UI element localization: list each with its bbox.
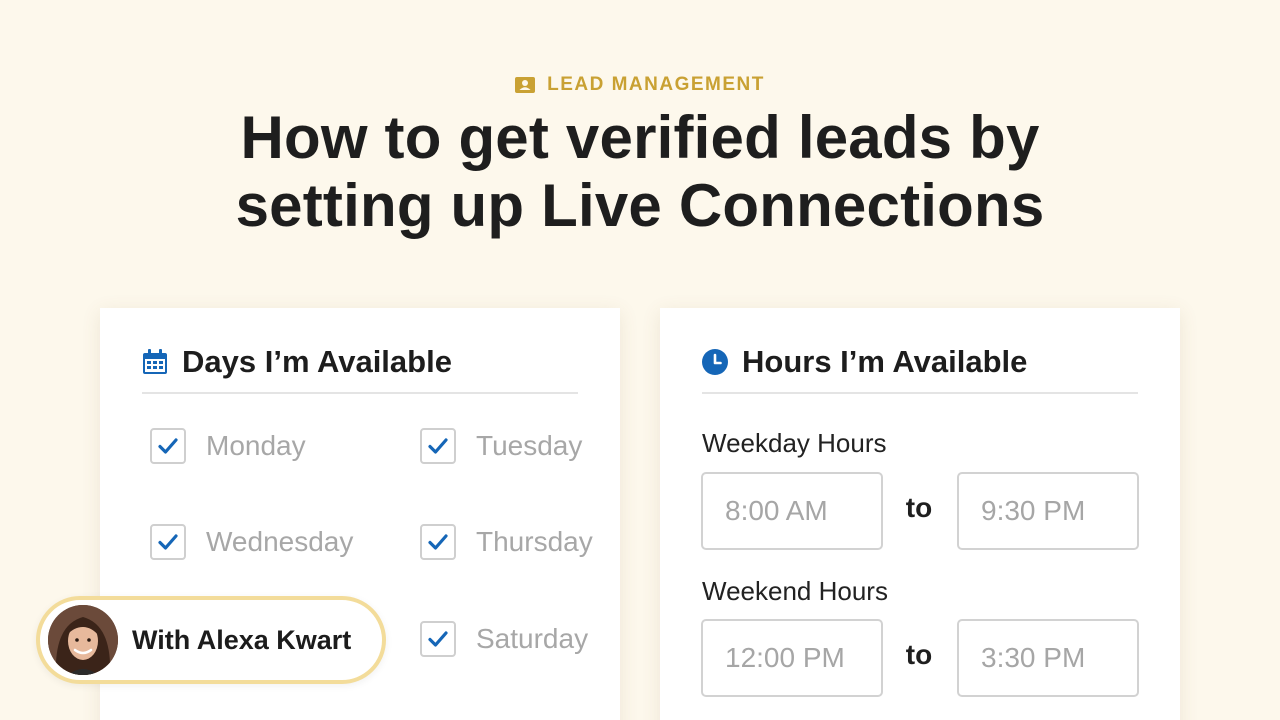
category-eyebrow: LEAD MANAGEMENT <box>0 74 1280 96</box>
presenter-badge: With Alexa Kwart <box>36 596 386 684</box>
checkmark-icon <box>158 438 178 454</box>
day-checkbox[interactable] <box>420 428 456 464</box>
day-option-wednesday[interactable]: Wednesday <box>150 524 353 560</box>
weekday-hours-label: Weekday Hours <box>702 428 887 458</box>
presenter-avatar <box>48 605 118 675</box>
day-label: Tuesday <box>476 430 583 461</box>
checkmark-icon <box>428 438 448 454</box>
hours-available-card: Hours I’m Available Weekday Hours 8:00 A… <box>660 308 1180 720</box>
days-card-heading: Days I’m Available <box>182 344 452 379</box>
weekend-hours-label: Weekend Hours <box>702 576 888 606</box>
day-option-monday[interactable]: Monday <box>150 428 306 464</box>
checkmark-icon <box>428 631 448 647</box>
day-label: Thursday <box>476 526 593 557</box>
day-checkbox[interactable] <box>150 524 186 560</box>
days-card-header: Days I’m Available <box>142 338 578 394</box>
weekend-end-input[interactable]: 3:30 PM <box>957 619 1139 697</box>
weekday-end-input[interactable]: 9:30 PM <box>957 472 1139 550</box>
day-option-tuesday[interactable]: Tuesday <box>420 428 582 464</box>
calendar-icon <box>143 349 167 374</box>
day-option-thursday[interactable]: Thursday <box>420 524 593 560</box>
day-checkbox[interactable] <box>420 524 456 560</box>
weekday-start-input[interactable]: 8:00 AM <box>701 472 883 550</box>
hours-card-header: Hours I’m Available <box>702 338 1138 394</box>
title-line-2: setting up Live Connections <box>235 172 1045 239</box>
day-label: Saturday <box>476 623 589 654</box>
page-title: How to get verified leads by setting up … <box>0 104 1280 240</box>
day-label: Monday <box>206 430 306 461</box>
day-option-saturday[interactable]: Saturday <box>420 621 588 657</box>
day-label: Wednesday <box>206 526 354 557</box>
checkmark-icon <box>428 534 448 550</box>
weekend-to-label: to <box>905 639 933 670</box>
weekday-to-label: to <box>905 492 933 523</box>
presenter-name: With Alexa Kwart <box>132 624 352 655</box>
day-checkbox[interactable] <box>420 621 456 657</box>
day-checkbox[interactable] <box>150 428 186 464</box>
hours-card-heading: Hours I’m Available <box>742 344 1028 379</box>
checkmark-icon <box>158 534 178 550</box>
category-label: LEAD MANAGEMENT <box>547 74 765 95</box>
weekend-start-input[interactable]: 12:00 PM <box>701 619 883 697</box>
contact-card-icon <box>515 77 536 93</box>
title-line-1: How to get verified leads by <box>240 104 1040 171</box>
clock-icon <box>702 349 728 375</box>
